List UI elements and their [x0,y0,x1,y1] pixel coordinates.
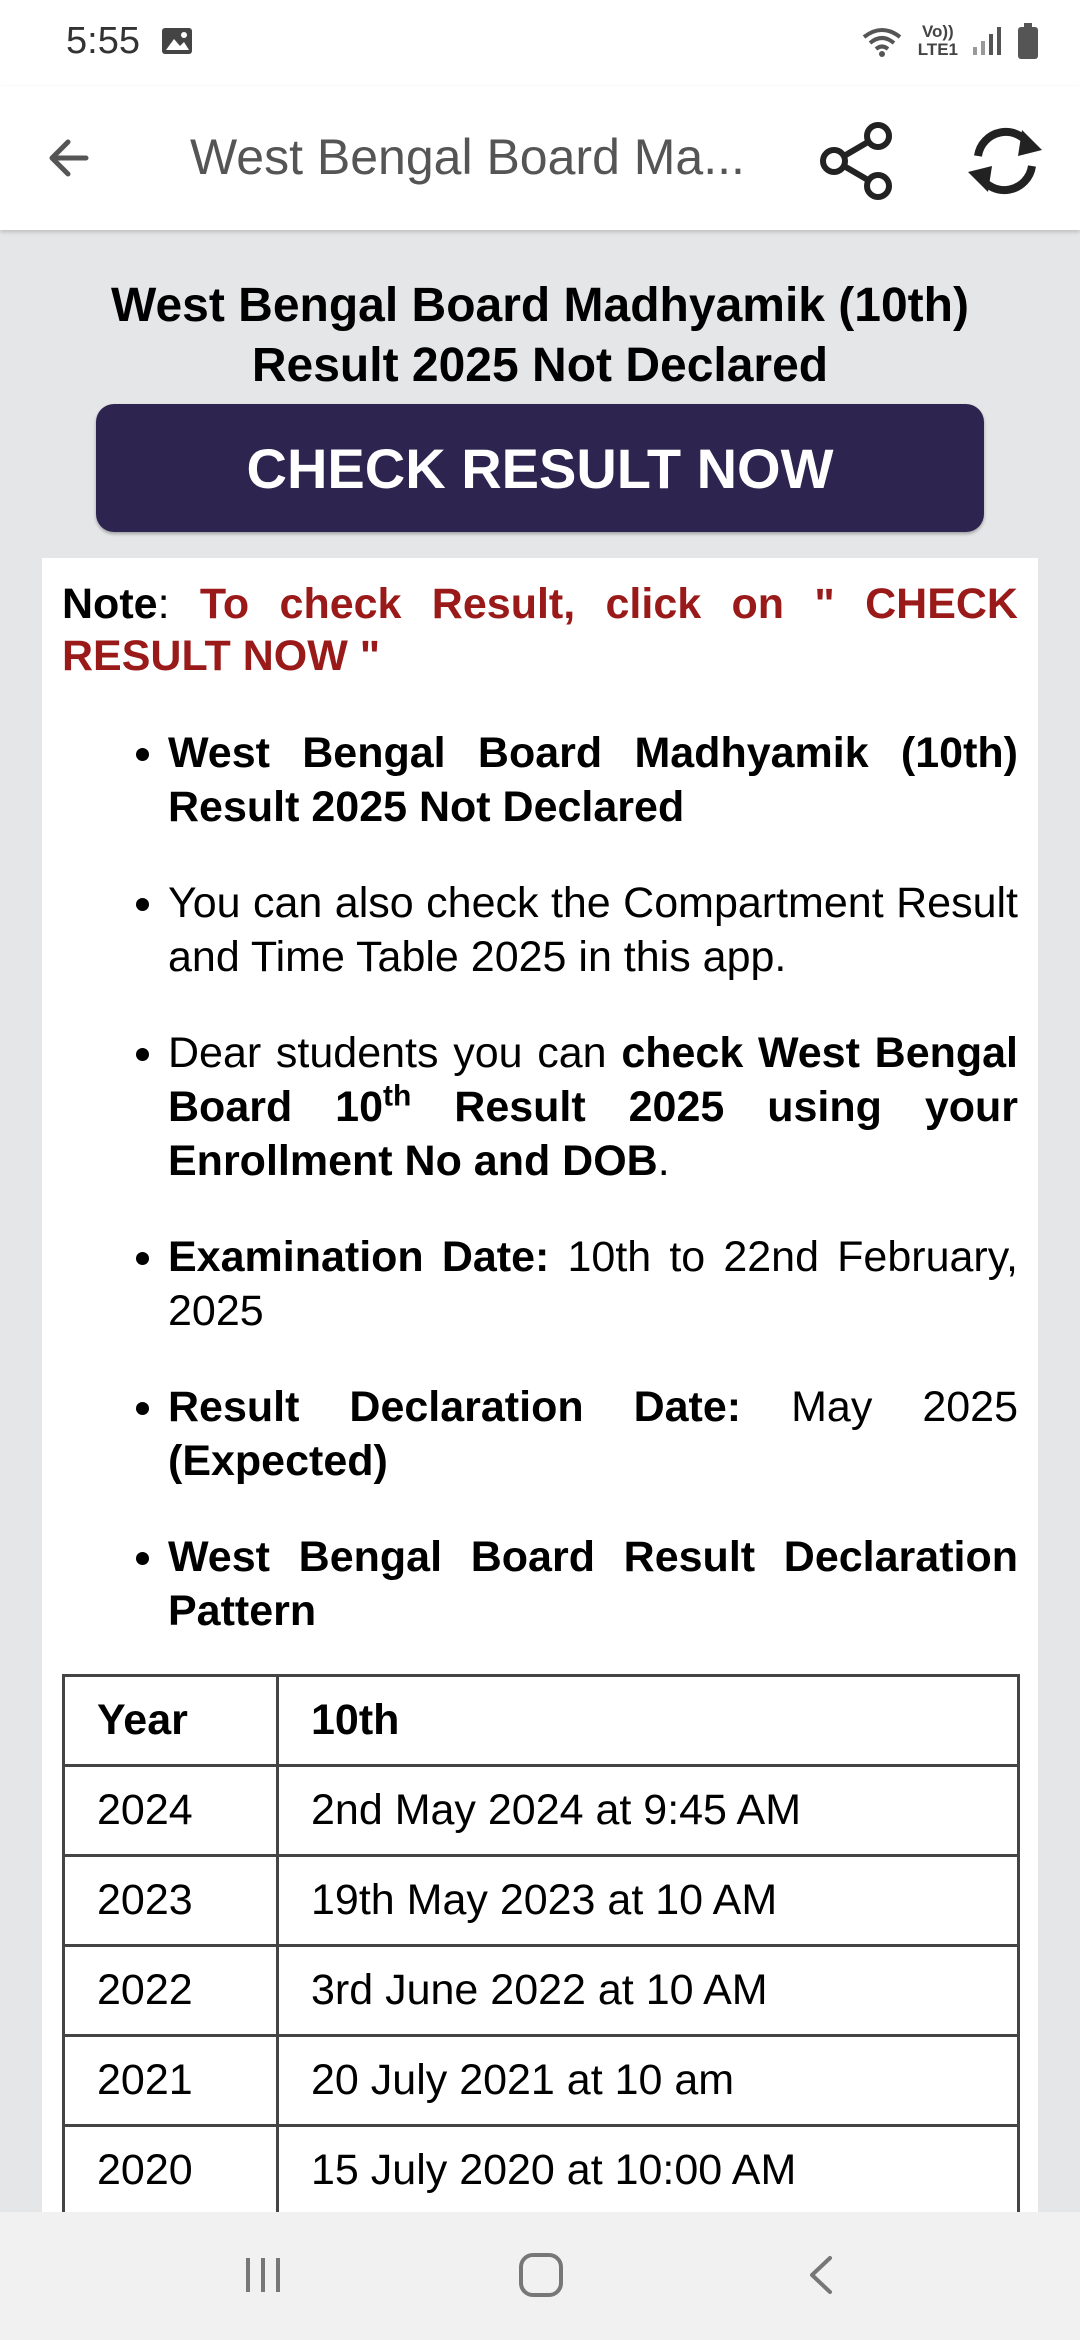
table-cell-year: 2020 [62,2124,279,2212]
lte-badge: Vo)) LTE1 [918,23,958,59]
home-icon[interactable] [516,2250,566,2300]
system-nav-bar [0,2212,1080,2340]
list-item: West Bengal Board Madhyamik (10th) Resul… [168,726,1018,834]
table-cell-year: 2022 [62,1944,279,2037]
note-instruction: To check Result, click on " CHECK RESULT… [62,580,1018,680]
info-card: Note: To check Result, click on " CHECK … [42,558,1038,2212]
lte-bottom: LTE1 [917,40,958,59]
table-cell-date: 15 July 2020 at 10:00 AM [276,2124,1020,2212]
page-title: West Bengal Board Madhyamik (10th) Resul… [40,276,1040,396]
table-cell-year: 2024 [62,1764,279,1857]
table-cell-year: 2021 [62,2034,279,2127]
list-item: You can also check the Compartment Resul… [168,876,1018,984]
lte-top: Vo)) [921,22,954,41]
bullet-dear-students: Dear students you can [168,1029,622,1077]
status-indicators: Vo)) LTE1 [860,22,1040,60]
signal-icon [973,27,1001,55]
nav-back-icon[interactable] [800,2252,846,2298]
result-pattern-table: Year 10th 2024 2nd May 2024 at 9:45 AM 2… [62,1674,1020,2212]
note-text: Note: To check Result, click on " CHECK … [62,578,1018,682]
arrow-left-icon[interactable] [40,126,104,190]
declaration-date-label: Result Declaration Date: [168,1383,742,1431]
table-header-row: Year 10th [62,1674,1020,1767]
table-cell-date: 20 July 2021 at 10 am [276,2034,1020,2127]
table-row: 2024 2nd May 2024 at 9:45 AM [62,1764,1020,1857]
app-title: West Bengal Board Ma... [190,129,745,185]
battery-icon [1018,23,1038,59]
wifi-icon [862,28,901,57]
table-row: 2022 3rd June 2022 at 10 AM [62,1944,1020,2037]
list-item: Examination Date: 10th to 22nd February,… [168,1230,1018,1338]
list-item: Dear students you can check West Bengal … [168,1026,1018,1188]
status-bar: 5:55 Vo)) LTE1 [0,0,1080,86]
status-time: 5:55 [66,20,140,62]
app-bar: West Bengal Board Ma... [0,86,1080,230]
bullet-pattern-heading: West Bengal Board Result Declaration Pat… [168,1533,1018,1635]
bullet-check-sup: th [383,1079,412,1113]
check-result-button[interactable]: CHECK RESULT NOW [96,404,984,532]
recents-icon[interactable] [240,2252,286,2298]
declaration-date-value: May 2025 [741,1383,1018,1431]
declaration-date-expected: (Expected) [168,1437,388,1485]
main-content[interactable]: West Bengal Board Madhyamik (10th) Resul… [0,230,1080,2212]
table-row: 2023 19th May 2023 at 10 AM [62,1854,1020,1947]
note-label: Note [62,580,158,628]
table-header-year: Year [62,1674,279,1767]
table-row: 2020 15 July 2020 at 10:00 AM [62,2124,1020,2212]
page-title-line2: Result 2025 Not Declared [251,339,829,392]
image-icon [162,28,192,54]
bullet-check-end: . [657,1137,670,1185]
share-icon[interactable] [812,116,902,206]
table-header-10th: 10th [276,1674,1020,1767]
page-title-line1: West Bengal Board Madhyamik (10th) [111,279,969,332]
table-cell-date: 19th May 2023 at 10 AM [276,1854,1020,1947]
info-list: West Bengal Board Madhyamik (10th) Resul… [62,726,1018,1638]
exam-date-label: Examination Date: [168,1233,550,1281]
table-row: 2021 20 July 2021 at 10 am [62,2034,1020,2127]
list-item: Result Declaration Date: May 2025 (Expec… [168,1380,1018,1488]
table-cell-year: 2023 [62,1854,279,1947]
bullet-result-status: West Bengal Board Madhyamik (10th) Resul… [168,729,1018,831]
note-separator: : [157,580,200,628]
refresh-icon[interactable] [960,116,1050,206]
table-cell-date: 3rd June 2022 at 10 AM [276,1944,1020,2037]
list-item: West Bengal Board Result Declaration Pat… [168,1530,1018,1638]
bullet-compartment: You can also check the Compartment Resul… [168,879,1018,981]
table-cell-date: 2nd May 2024 at 9:45 AM [276,1764,1020,1857]
